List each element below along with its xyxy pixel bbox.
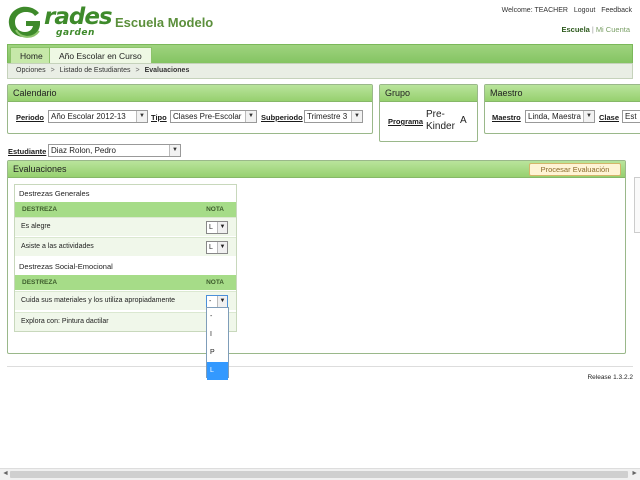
breadcrumb-separator: > [50,67,55,74]
dropdown-option[interactable]: I [207,326,228,344]
chevron-down-icon: ▼ [136,111,147,122]
section-title: Destrezas Social-Emocional [19,262,113,271]
periodo-value: Año Escolar 2012-13 [51,112,126,121]
calendario-panel: Calendario Periodo Año Escolar 2012-13 ▼… [7,84,373,134]
periodo-label: Periodo [16,113,44,122]
grupo-title: Grupo [380,85,477,102]
tab-home[interactable]: Home [10,47,53,64]
maestro-value: Linda, Maestra [528,112,581,121]
table-header: DESTREZA NOTA [15,202,236,217]
clase-label: Clase [599,113,620,122]
table-header: DESTREZA NOTA [15,275,236,290]
welcome-text: Welcome: TEACHER [501,7,568,14]
breadcrumb-separator: > [135,67,140,74]
chevron-down-icon: ▼ [217,222,227,233]
grupo-panel: Grupo Programa Pre- Kinder A [379,84,478,142]
scrollbar-thumb[interactable] [10,471,628,478]
release-version: Release 1.3.2.2 [587,374,633,381]
subperiodo-select[interactable]: Trimestre 3 ▼ [304,110,363,123]
tab-ano-escolar[interactable]: Año Escolar en Curso [49,47,152,64]
horizontal-scrollbar[interactable]: ◄ ► [0,468,640,480]
logo-wordmark: rades [44,4,113,30]
breadcrumb-opciones[interactable]: Opciones [16,67,46,74]
maestro-label: Maestro [492,113,521,122]
dropdown-option[interactable]: P [207,344,228,362]
destreza-label: Asiste a las actividades [21,243,94,250]
programa-label: Programa [388,117,424,126]
mi-cuenta-link[interactable]: Mi Cuenta [596,25,630,34]
subperiodo-label: Subperiodo [261,113,303,122]
nota-select[interactable]: L ▼ [206,221,228,234]
column-nota: NOTA [206,206,224,213]
chevron-down-icon: ▼ [351,111,362,122]
estudiante-label: Estudiante [8,147,47,156]
programa-value-line1: Pre- [426,109,445,120]
breadcrumb: Opciones > Listado de Estudiantes > Evaluaci… [7,63,633,79]
maestro-select[interactable]: Linda, Maestra ▼ [525,110,595,123]
account-links: Escuela | Mi Cuenta [562,25,631,34]
scroll-right-icon[interactable]: ► [631,470,638,477]
chevron-down-icon: ▼ [245,111,256,122]
table-row: Cuida sus materiales y los utiliza aprop… [15,291,236,310]
tipo-value: Clases Pre-Escolar [173,112,242,121]
nota-value: L [209,224,213,231]
estudiante-value: Diaz Rolon, Pedro [51,146,116,155]
subperiodo-value: Trimestre 3 [307,112,348,121]
escuela-link[interactable]: Escuela [562,25,590,34]
school-name: Escuela Modelo [115,15,214,30]
link-separator: | [591,25,594,34]
dropdown-option[interactable]: - [207,308,228,326]
calendario-title: Calendario [8,85,372,102]
tipo-select[interactable]: Clases Pre-Escolar ▼ [170,110,257,123]
grades-garden-logo[interactable]: rades garden [6,4,113,40]
chevron-down-icon: ▼ [217,242,227,253]
chevron-down-icon: ▼ [217,296,227,307]
logout-link[interactable]: Logout [574,7,595,14]
column-destreza: DESTREZA [22,206,58,213]
evaluaciones-table: Destrezas Generales DESTREZA NOTA Es ale… [14,184,237,332]
feedback-link[interactable]: Feedback [601,7,632,14]
destreza-label: Explora con: Pintura dactilar [21,318,109,325]
side-panel-edge [634,177,640,233]
maestro-panel: Maestro Maestro Linda, Maestra ▼ Clase E… [484,84,640,134]
group-letter: A [460,115,467,126]
table-row: Es alegre L ▼ [15,217,236,236]
logo-subtitle: garden [56,28,95,38]
nota-select[interactable]: L ▼ [206,241,228,254]
destreza-label: Cuida sus materiales y los utiliza aprop… [21,297,176,304]
procesar-evaluacion-button[interactable]: Procesar Evaluación [529,163,621,176]
chevron-down-icon: ▼ [583,111,594,122]
tipo-label: Tipo [151,113,167,122]
scroll-left-icon[interactable]: ◄ [2,470,9,477]
clase-value: Est [625,112,637,121]
section-title: Destrezas Generales [19,189,90,198]
maestro-title: Maestro [485,85,640,102]
main-tab-bar: Home Año Escolar en Curso [7,44,633,64]
top-links: Welcome: TEACHER Logout Feedback [498,7,632,14]
clase-select[interactable]: Est [622,110,640,123]
logo-g-icon [8,6,40,38]
dropdown-option-selected[interactable]: L [207,362,228,380]
nota-value: L [209,244,213,251]
programa-value-line2: Kinder [426,121,455,132]
breadcrumb-listado[interactable]: Listado de Estudiantes [60,67,131,74]
nota-dropdown-list: - I P L [206,307,229,380]
column-nota: NOTA [206,279,224,286]
footer-divider [7,366,633,367]
breadcrumb-current: Evaluaciones [144,67,190,74]
destreza-label: Es alegre [21,223,51,230]
chevron-down-icon: ▼ [169,145,180,156]
estudiante-select[interactable]: Diaz Rolon, Pedro ▼ [48,144,181,157]
nota-value: - [209,298,212,305]
column-destreza: DESTREZA [22,279,58,286]
table-row: Asiste a las actividades L ▼ [15,237,236,256]
periodo-select[interactable]: Año Escolar 2012-13 ▼ [48,110,148,123]
table-row: Explora con: Pintura dactilar [15,312,236,331]
